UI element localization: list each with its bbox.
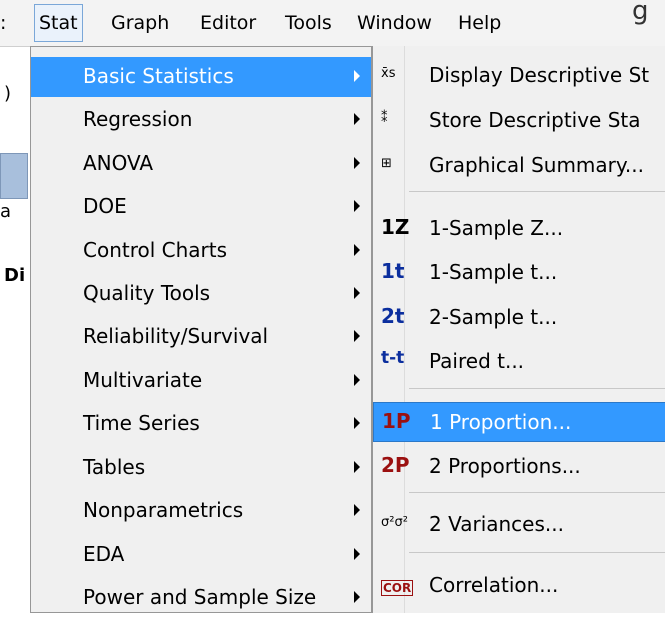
submenu-arrow-icon (354, 461, 360, 473)
menu-item-2-sample-t[interactable]: 2t 2-Sample t... (373, 298, 665, 338)
menu-tools[interactable]: Tools (285, 0, 332, 46)
menu-item-basic-statistics[interactable]: Basic Statistics (31, 57, 371, 97)
bg-fragment: ) (4, 83, 12, 104)
menu-help[interactable]: Help (458, 0, 501, 46)
menu-item-store-descriptive-statistics[interactable]: ⁑ Store Descriptive Sta (373, 101, 665, 141)
menu-item-quality-tools[interactable]: Quality Tools (31, 274, 371, 314)
menu-item-reliability-survival[interactable]: Reliability/Survival (31, 317, 371, 357)
menu-item-power-and-sample-size[interactable]: Power and Sample Size (31, 578, 371, 618)
stat-menu: Basic Statistics Regression ANOVA DOE Co… (30, 46, 372, 613)
menu-fragment: : (0, 12, 7, 34)
menu-item-label: 1-Sample Z... (429, 216, 564, 240)
menu-item-control-charts[interactable]: Control Charts (31, 231, 371, 271)
menu-item-correlation[interactable]: COR Correlation... (373, 566, 665, 606)
one-sample-z-icon: 1Z (381, 215, 410, 239)
submenu-arrow-icon (354, 200, 360, 212)
menu-item-label: Store Descriptive Sta (429, 108, 641, 132)
graphical-summary-icon: ⊞ (381, 156, 392, 171)
two-variances-icon: σ²σ² (381, 515, 408, 530)
menu-separator (409, 492, 665, 493)
menu-item-anova[interactable]: ANOVA (31, 144, 371, 184)
basic-statistics-submenu: x̄s Display Descriptive St ⁑ Store Descr… (372, 46, 665, 613)
menu-item-label: Power and Sample Size (83, 585, 317, 609)
menu-item-label: Paired t... (429, 349, 525, 373)
menu-item-label: 2-Sample t... (429, 305, 558, 329)
submenu-arrow-icon (354, 504, 360, 516)
one-proportion-icon: 1P (382, 409, 411, 433)
submenu-arrow-icon (354, 548, 360, 560)
background-window: ) a Di (0, 47, 30, 613)
menu-item-label: Control Charts (83, 238, 228, 262)
menu-graph[interactable]: Graph (111, 0, 169, 46)
submenu-arrow-icon (354, 70, 360, 82)
menu-item-display-descriptive-statistics[interactable]: x̄s Display Descriptive St (373, 56, 665, 96)
submenu-arrow-icon (354, 287, 360, 299)
menu-item-2-proportions[interactable]: 2P 2 Proportions... (373, 447, 665, 487)
menu-item-nonparametrics[interactable]: Nonparametrics (31, 491, 371, 531)
correlation-icon: COR (381, 580, 414, 596)
menu-bar: : Stat Graph Editor Tools Window Help g (0, 0, 665, 47)
menu-separator (409, 552, 665, 553)
menu-item-label: 1 Proportion... (430, 410, 572, 434)
menu-item-label: DOE (83, 194, 127, 218)
menu-item-label: 2 Proportions... (429, 454, 581, 478)
menu-item-label: Display Descriptive St (429, 63, 650, 87)
descriptive-statistics-icon: x̄s (381, 66, 396, 81)
menu-item-label: 2 Variances... (429, 512, 564, 536)
menu-window[interactable]: Window (357, 0, 432, 46)
menu-item-time-series[interactable]: Time Series (31, 404, 371, 444)
submenu-arrow-icon (354, 591, 360, 603)
menu-separator (409, 388, 665, 389)
menu-item-label: Nonparametrics (83, 498, 244, 522)
submenu-arrow-icon (354, 113, 360, 125)
menu-item-eda[interactable]: EDA (31, 535, 371, 575)
bg-fragment: Di (4, 265, 26, 286)
menu-item-label: ANOVA (83, 151, 154, 175)
menu-item-doe[interactable]: DOE (31, 187, 371, 227)
menu-item-multivariate[interactable]: Multivariate (31, 361, 371, 401)
menu-item-label: Basic Statistics (83, 64, 234, 88)
store-statistics-icon: ⁑ (381, 111, 388, 126)
title-fragment: g (632, 0, 649, 26)
menu-item-1-sample-t[interactable]: 1t 1-Sample t... (373, 253, 665, 293)
submenu-arrow-icon (354, 330, 360, 342)
menu-item-paired-t[interactable]: t-t Paired t... (373, 342, 665, 382)
menu-separator (409, 191, 665, 192)
menu-item-label: Quality Tools (83, 281, 211, 305)
menu-item-2-variances[interactable]: σ²σ² 2 Variances... (373, 505, 665, 545)
two-sample-t-icon: 2t (381, 304, 405, 328)
menu-item-label: EDA (83, 542, 125, 566)
submenu-arrow-icon (354, 244, 360, 256)
menu-item-label: Time Series (83, 411, 200, 435)
bg-toolbar-strip (0, 153, 28, 199)
submenu-arrow-icon (354, 157, 360, 169)
menu-item-tables[interactable]: Tables (31, 448, 371, 488)
menu-item-label: Reliability/Survival (83, 324, 269, 348)
menu-item-label: Correlation... (429, 573, 559, 597)
menu-editor[interactable]: Editor (200, 0, 256, 46)
menu-item-label: Graphical Summary... (429, 153, 644, 177)
menu-item-1-sample-z[interactable]: 1Z 1-Sample Z... (373, 209, 665, 249)
menu-item-1-proportion[interactable]: 1P 1 Proportion... (373, 402, 665, 442)
menu-item-label: 1-Sample t... (429, 260, 558, 284)
one-sample-t-icon: 1t (381, 259, 405, 283)
submenu-arrow-icon (354, 417, 360, 429)
menu-item-graphical-summary[interactable]: ⊞ Graphical Summary... (373, 146, 665, 186)
menu-item-label: Multivariate (83, 368, 203, 392)
menu-item-label: Tables (83, 455, 146, 479)
menu-item-regression[interactable]: Regression (31, 100, 371, 140)
menu-item-label: Regression (83, 107, 193, 131)
menu-stat[interactable]: Stat (34, 4, 83, 42)
submenu-arrow-icon (354, 374, 360, 386)
bg-fragment: a (0, 201, 12, 222)
paired-t-icon: t-t (381, 348, 405, 368)
two-proportions-icon: 2P (381, 453, 410, 477)
